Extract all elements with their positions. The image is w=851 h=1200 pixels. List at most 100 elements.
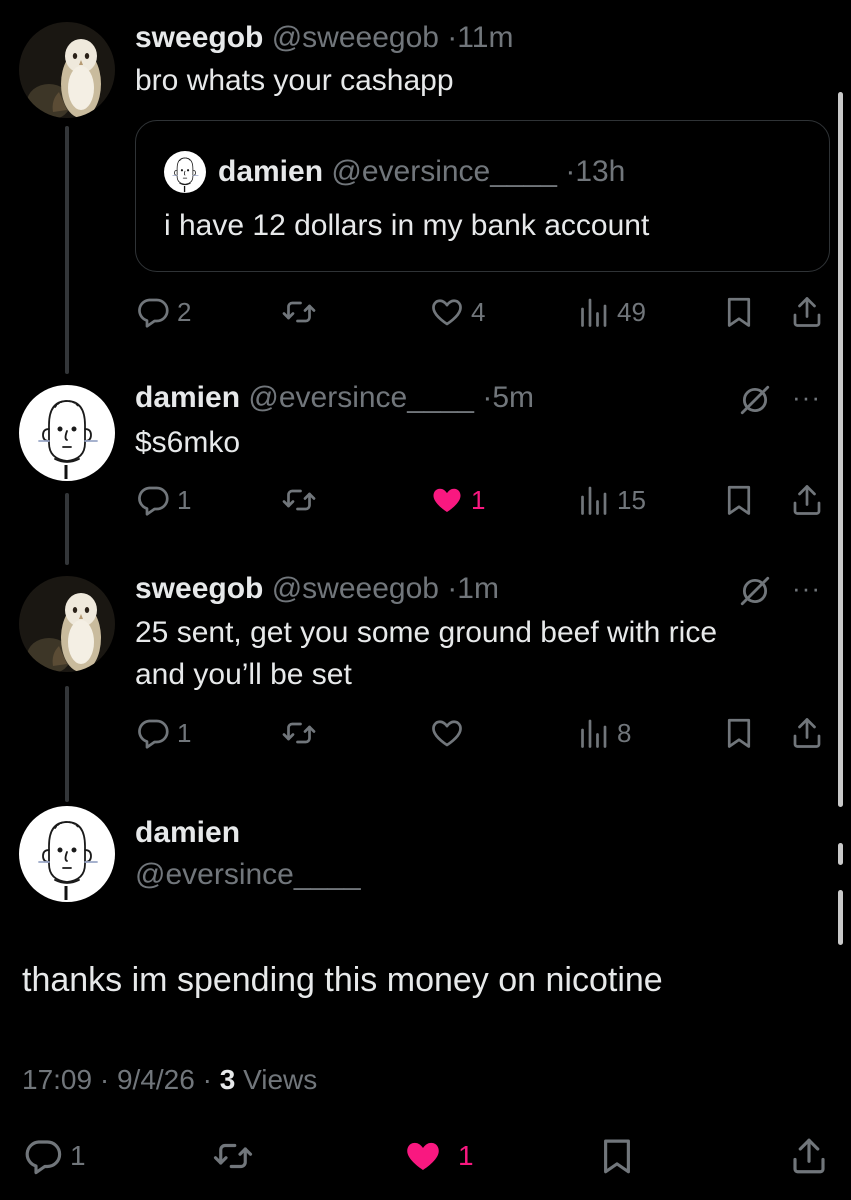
more-icon[interactable]: ··· — [792, 573, 821, 604]
like-count: 1 — [458, 1140, 474, 1171]
reply-icon — [135, 482, 171, 518]
post-time[interactable]: 17:09 — [22, 1064, 92, 1095]
author-handle[interactable]: @eversince____ — [135, 854, 361, 896]
reply-button[interactable]: 1 — [22, 1134, 86, 1178]
thread-line — [65, 686, 69, 802]
avatar[interactable] — [19, 22, 115, 118]
post-header: damien @eversince____ ·5m — [135, 380, 534, 416]
action-bar: 1 1 15 — [135, 480, 830, 520]
reply-button[interactable]: 1 — [135, 480, 191, 520]
share-icon — [788, 1135, 830, 1177]
avatar[interactable] — [19, 806, 115, 902]
post-meta: 17:09 · 9/4/26 · 3 Views — [22, 1060, 317, 1100]
like-button[interactable]: 1 — [402, 1134, 474, 1178]
more-icon[interactable]: ··· — [792, 382, 821, 413]
separator-dot: · — [447, 21, 458, 54]
post-date[interactable]: 9/4/26 — [117, 1064, 195, 1095]
post-time: 13h — [575, 155, 626, 188]
reply-count: 1 — [177, 484, 192, 515]
action-bar: 1 8 — [135, 713, 830, 753]
separator-dot: · — [202, 1064, 212, 1095]
author-handle[interactable]: @sweeegob — [272, 572, 439, 605]
reply-icon — [135, 715, 171, 751]
author-handle[interactable]: @eversince____ — [248, 381, 474, 414]
views-button[interactable]: 49 — [575, 292, 646, 332]
author-name[interactable]: damien — [135, 381, 240, 414]
views-button[interactable]: 15 — [575, 480, 646, 520]
repost-button[interactable] — [281, 480, 323, 520]
repost-button[interactable] — [281, 713, 323, 753]
post-time[interactable]: 1m — [457, 572, 499, 605]
author-name[interactable]: sweegob — [135, 572, 263, 605]
share-button[interactable] — [788, 1134, 830, 1178]
post-text-line-1: 25 sent, get you some ground beef with r… — [135, 616, 718, 649]
views-icon — [575, 715, 611, 751]
bookmark-button[interactable] — [721, 713, 757, 753]
post-text: $s6mko — [135, 426, 241, 459]
share-icon — [789, 715, 825, 751]
reply-icon — [22, 1135, 64, 1177]
like-button[interactable]: 1 — [429, 480, 485, 520]
author-name: damien — [218, 155, 324, 188]
like-count: 1 — [471, 484, 486, 515]
thread-line — [65, 126, 69, 374]
bookmark-icon — [721, 294, 757, 330]
grok-icon[interactable] — [738, 574, 772, 608]
views-count: 3 — [219, 1064, 236, 1095]
avatar[interactable] — [19, 576, 115, 672]
views-button[interactable]: 8 — [575, 713, 631, 753]
views-count: 8 — [617, 717, 632, 748]
bookmark-button[interactable] — [721, 480, 757, 520]
share-button[interactable] — [789, 713, 825, 753]
post-text: thanks im spending this money on nicotin… — [22, 961, 663, 999]
reply-count: 1 — [70, 1140, 86, 1171]
share-button[interactable] — [789, 292, 825, 332]
repost-button[interactable] — [212, 1134, 254, 1178]
repost-icon — [281, 482, 317, 518]
repost-icon — [281, 715, 317, 751]
separator-dot: · — [565, 155, 576, 188]
scrollbar[interactable] — [838, 92, 843, 807]
like-button[interactable] — [429, 713, 471, 753]
bookmark-icon — [721, 715, 757, 751]
reply-button[interactable]: 1 — [135, 713, 191, 753]
share-button[interactable] — [789, 480, 825, 520]
bookmark-button[interactable] — [721, 292, 757, 332]
post-text-line-2: and you’ll be set — [135, 658, 352, 691]
like-count: 4 — [471, 296, 486, 327]
thread-line — [65, 493, 69, 565]
post-header: sweegob @sweeegob ·1m — [135, 571, 499, 607]
author-name[interactable]: sweegob — [135, 21, 263, 54]
like-icon — [402, 1135, 444, 1177]
reply-count: 1 — [177, 717, 192, 748]
avatar[interactable] — [19, 385, 115, 481]
reply-icon — [135, 294, 171, 330]
reply-button[interactable]: 2 — [135, 292, 191, 332]
bookmark-icon — [721, 482, 757, 518]
author-name[interactable]: damien — [135, 812, 240, 854]
like-icon — [429, 482, 465, 518]
author-handle[interactable]: @sweeegob — [272, 21, 439, 54]
views-count: 15 — [617, 484, 646, 515]
like-icon — [429, 715, 465, 751]
repost-button[interactable] — [281, 292, 323, 332]
quote-text: i have 12 dollars in my bank account — [164, 209, 650, 242]
views-count: 49 — [617, 296, 646, 327]
like-button[interactable]: 4 — [429, 292, 485, 332]
share-icon — [789, 294, 825, 330]
scrollbar-segment — [838, 843, 843, 865]
views-label: Views — [243, 1064, 318, 1095]
reply-count: 2 — [177, 296, 192, 327]
grok-icon[interactable] — [738, 383, 772, 417]
post-time[interactable]: 5m — [492, 381, 534, 414]
bookmark-button[interactable] — [596, 1134, 638, 1178]
post-text: bro whats your cashapp — [135, 64, 454, 97]
post-header: sweegob @sweeegob ·11m — [135, 20, 513, 56]
post-time[interactable]: 11m — [457, 21, 513, 54]
separator-dot: · — [482, 381, 493, 414]
bookmark-icon — [596, 1135, 638, 1177]
share-icon — [789, 482, 825, 518]
views-icon — [575, 482, 611, 518]
quoted-post[interactable]: damien @eversince____ · 13h i have 12 dol… — [135, 120, 830, 272]
author-handle: @eversince____ — [331, 155, 557, 188]
